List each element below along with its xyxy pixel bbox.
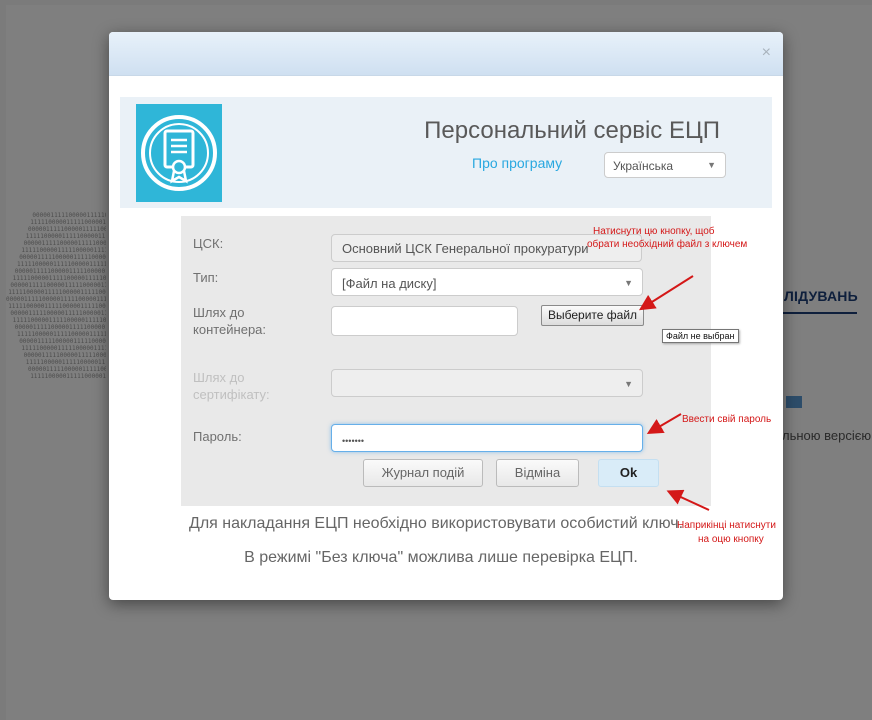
- language-select-value: Українська: [613, 159, 674, 173]
- annotation-ok-line1: Наприкінці натиснути: [677, 520, 776, 531]
- password-label: Пароль:: [193, 429, 242, 444]
- service-banner: Персональний сервіс ЕЦП Про програму Укр…: [120, 97, 772, 208]
- key-form: ЦСК: Основний ЦСК Генеральної прокуратур…: [181, 216, 711, 506]
- certificate-label: Шлях до сертифікату:: [193, 369, 270, 403]
- csk-value: Основний ЦСК Генеральної прокуратури: [342, 241, 589, 256]
- container-label: Шлях до контейнера:: [193, 304, 266, 338]
- container-path-input[interactable]: [331, 306, 518, 336]
- chevron-down-icon: ▼: [624, 379, 633, 389]
- file-not-chosen-tooltip: Файл не выбран: [662, 329, 739, 343]
- certificate-label-line2: сертифікату:: [193, 387, 270, 402]
- language-select[interactable]: Українська ▼: [604, 152, 726, 178]
- certificate-label-line1: Шлях до: [193, 370, 245, 385]
- ok-button[interactable]: Ok: [598, 459, 659, 487]
- ecp-modal-dialog: × Персональний сервіс ЕЦП Про програму У…: [109, 32, 783, 600]
- chevron-down-icon: ▼: [624, 278, 633, 288]
- cancel-button[interactable]: Відміна: [496, 459, 579, 487]
- service-title: Персональний сервіс ЕЦП: [424, 117, 720, 144]
- type-label: Тип:: [193, 270, 219, 285]
- info-text-key-required: Для накладання ЕЦП необхідно використову…: [188, 515, 684, 532]
- modal-header: ×: [109, 32, 783, 76]
- annotation-file-button-line2: обрати необхідний файл з ключем: [587, 239, 748, 250]
- password-value: •••••••: [342, 436, 365, 446]
- about-program-link[interactable]: Про програму: [472, 155, 562, 171]
- annotation-file-button-line1: Натиснути цю кнопку, щоб: [593, 226, 715, 237]
- chevron-down-icon: ▼: [707, 160, 716, 170]
- container-label-line1: Шлях до: [193, 305, 245, 320]
- csk-label: ЦСК:: [193, 236, 224, 251]
- annotation-ok-line2: на оцю кнопку: [698, 534, 764, 545]
- type-select-value: [Файл на диску]: [342, 276, 437, 291]
- info-text-no-key-mode: В режимі "Без ключа" можлива лише переві…: [244, 549, 638, 566]
- close-icon[interactable]: ×: [762, 44, 771, 62]
- annotation-password: Ввести свій пароль: [682, 414, 772, 425]
- choose-file-button[interactable]: Выберите файл: [541, 305, 645, 326]
- event-journal-button[interactable]: Журнал подій: [363, 459, 483, 487]
- certificate-path-select: ▼: [331, 369, 643, 397]
- container-label-line2: контейнера:: [193, 322, 267, 337]
- password-input[interactable]: •••••••: [331, 424, 643, 452]
- type-select[interactable]: [Файл на диску] ▼: [331, 268, 643, 296]
- certificate-logo-icon: [136, 104, 222, 202]
